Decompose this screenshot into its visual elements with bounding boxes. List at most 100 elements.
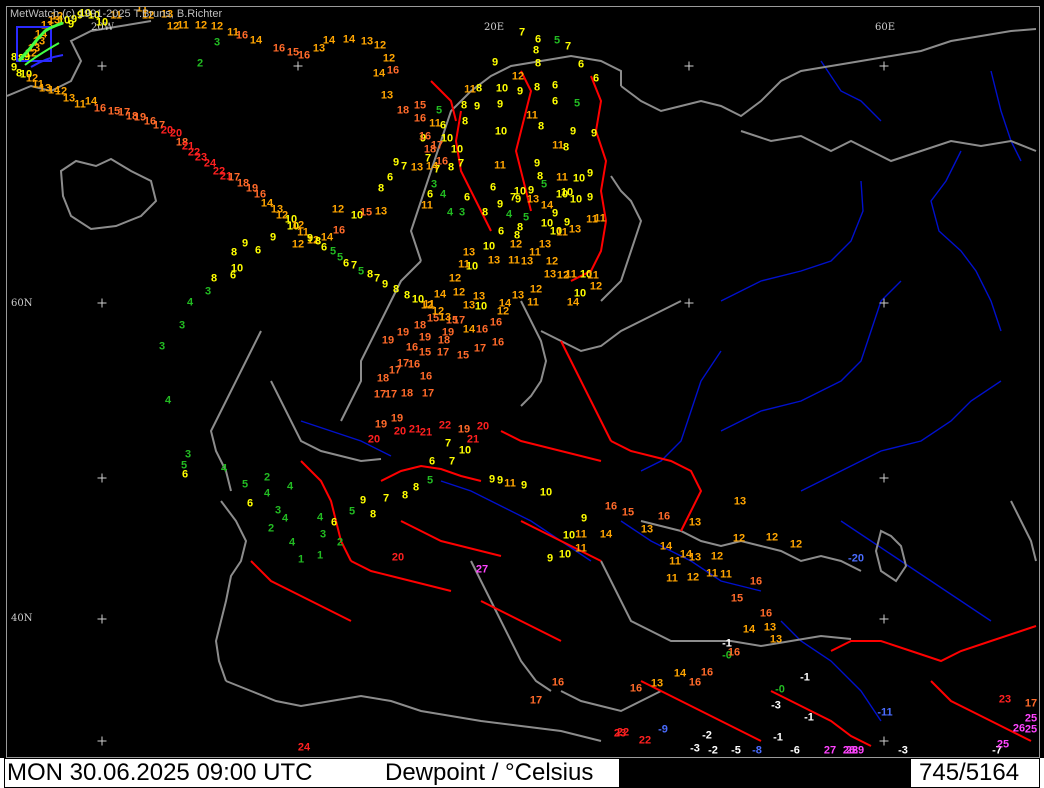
station-dewpoint-value: 12 [291, 238, 305, 251]
station-dewpoint-value: 12 [382, 52, 396, 65]
graticule-cross [97, 298, 107, 308]
longitude-label-60e: 60E [875, 22, 896, 33]
station-dewpoint-value: 9 [496, 198, 504, 211]
station-dewpoint-value: 14 [249, 34, 263, 47]
station-dewpoint-value: 11 [706, 567, 718, 580]
station-dewpoint-value: 6 [320, 241, 328, 254]
station-dewpoint-value: 16 [475, 323, 489, 336]
station-dewpoint-value: 12 [529, 283, 543, 296]
station-dewpoint-value: 16 [407, 358, 421, 371]
station-dewpoint-value: 9 [496, 474, 504, 487]
station-dewpoint-value: 9 [491, 56, 499, 69]
station-dewpoint-value: 4 [186, 296, 194, 309]
station-dewpoint-value: 3 [204, 285, 212, 298]
station-dewpoint-value: 8 [460, 99, 468, 112]
station-dewpoint-value: 8 [366, 268, 374, 281]
station-dewpoint-value: 11 [527, 296, 539, 309]
station-dewpoint-value: 8 [377, 182, 385, 195]
graticule-cross [879, 298, 889, 308]
station-dewpoint-value: 16 [272, 42, 286, 55]
station-dewpoint-value: 13 [312, 42, 326, 55]
station-dewpoint-value: -5 [731, 744, 741, 757]
station-dewpoint-value: 3 [184, 448, 192, 461]
station-dewpoint-value: 17 [421, 387, 435, 400]
country-borders [250, 70, 1037, 747]
longitude-label-20e: 20E [484, 22, 505, 33]
station-dewpoint-value: 17 [1024, 697, 1038, 710]
station-dewpoint-value: 11 [556, 226, 568, 239]
station-dewpoint-value: 10 [458, 444, 472, 457]
status-map-strip [620, 758, 910, 788]
station-dewpoint-value: 19 [390, 412, 404, 425]
station-dewpoint-value: 8 [392, 283, 400, 296]
station-dewpoint-value: 20 [393, 425, 407, 438]
station-dewpoint-value: 20 [367, 433, 381, 446]
station-dewpoint-value: 13 [763, 621, 777, 634]
station-dewpoint-value: 23 [998, 693, 1012, 706]
station-dewpoint-value: 10 [482, 240, 496, 253]
station-dewpoint-value: 12 [373, 39, 387, 52]
station-dewpoint-value: 15 [730, 592, 744, 605]
station-dewpoint-value: 13 [380, 89, 394, 102]
station-dewpoint-value: 22 [438, 419, 452, 432]
station-dewpoint-value: 4 [164, 394, 172, 407]
station-dewpoint-value: 5 [522, 211, 530, 224]
station-dewpoint-value: 17 [452, 314, 466, 327]
station-dewpoint-value: -3 [898, 744, 908, 757]
station-dewpoint-value: 25 [996, 738, 1010, 751]
station-dewpoint-value: 17 [473, 342, 487, 355]
station-dewpoint-value: 6 [330, 516, 338, 529]
station-dewpoint-value: 3 [158, 340, 166, 353]
station-dewpoint-value: 12 [511, 70, 525, 83]
station-dewpoint-value: 16 [749, 575, 763, 588]
station-dewpoint-value: 13 [487, 254, 501, 267]
station-dewpoint-value: 8 [537, 120, 545, 133]
station-count: 745/5164 [910, 758, 1040, 788]
station-dewpoint-value: 24 [297, 741, 311, 754]
station-dewpoint-value: 7 [564, 40, 572, 53]
graticule-cross [97, 473, 107, 483]
station-dewpoint-value: 4 [505, 208, 513, 221]
station-dewpoint-value: 6 [592, 72, 600, 85]
station-dewpoint-value: 13 [640, 523, 654, 536]
station-dewpoint-value: 9 [533, 157, 541, 170]
station-dewpoint-value: 10 [450, 143, 464, 156]
station-dewpoint-value: 11 [508, 254, 520, 267]
station-dewpoint-value: 14 [566, 296, 580, 309]
station-dewpoint-value: 3 [213, 36, 221, 49]
station-dewpoint-value: 9 [488, 473, 496, 486]
station-dewpoint-value: 19 [374, 418, 388, 431]
station-dewpoint-value: 5 [435, 104, 443, 117]
station-dewpoint-value: 14 [433, 288, 447, 301]
station-dewpoint-value: 14 [673, 667, 687, 680]
metwatch-logo-icon[interactable] [15, 21, 67, 73]
station-dewpoint-value: 16 [419, 370, 433, 383]
station-dewpoint-value: 6 [463, 191, 471, 204]
graticule-cross [684, 61, 694, 71]
status-bar: MON 30.06.2025 09:00 UTC Dewpoint / °Cel… [0, 758, 1044, 788]
station-dewpoint-value: 7 [382, 492, 390, 505]
station-dewpoint-value: 15 [456, 349, 470, 362]
station-dewpoint-value: 6 [439, 119, 447, 132]
station-dewpoint-value: 14 [342, 33, 356, 46]
station-dewpoint-value: 21 [419, 426, 433, 439]
station-dewpoint-value: 18 [396, 104, 410, 117]
station-dewpoint-value: 12 [166, 20, 180, 33]
station-dewpoint-value: 18 [376, 372, 390, 385]
station-dewpoint-value: 6 [386, 171, 394, 184]
station-dewpoint-value: 19 [396, 326, 410, 339]
station-dewpoint-value: -1 [773, 731, 783, 744]
station-dewpoint-value: 12 [545, 255, 559, 268]
map-panel[interactable]: 20W 20E 60E 60N 40N 2 3 7 6 5 9 8 6 7 6 9 8 8 10 12 8 6 9… [6, 6, 1040, 758]
station-dewpoint-value: 7 [518, 26, 526, 39]
station-dewpoint-value: 11 [464, 83, 476, 96]
station-dewpoint-value: 11 [504, 477, 516, 490]
graticule-cross [97, 614, 107, 624]
station-dewpoint-value: 2 [336, 536, 344, 549]
station-dewpoint-value: 5 [180, 459, 188, 472]
station-dewpoint-value: -2 [702, 729, 712, 742]
station-dewpoint-value: 10 [555, 188, 569, 201]
station-dewpoint-value: 4 [281, 512, 289, 525]
station-dewpoint-value: 2 [263, 471, 271, 484]
graticule-cross [684, 298, 694, 308]
